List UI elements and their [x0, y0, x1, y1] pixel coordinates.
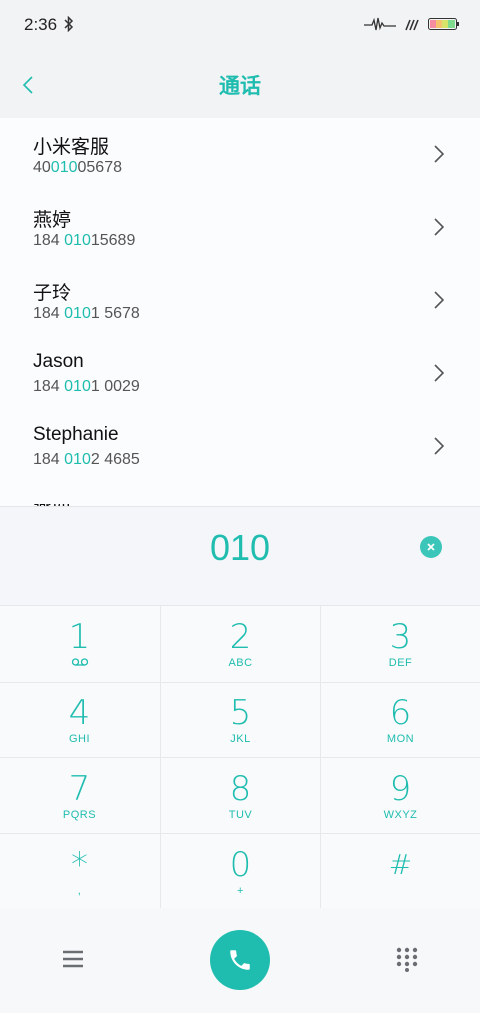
contact-row[interactable]: Jason 184 0101 0029: [0, 337, 480, 410]
dialpad-button[interactable]: [395, 946, 419, 972]
key-3[interactable]: 3 DEF: [321, 606, 480, 681]
contact-name: Stephanie: [33, 424, 119, 445]
contact-row[interactable]: 燕婷 184 01015689: [0, 191, 480, 264]
header: 通话: [0, 52, 480, 118]
contact-number: 184 0101 5678: [33, 305, 140, 322]
dial-input-area: 010: [0, 507, 480, 605]
call-button[interactable]: [210, 930, 270, 990]
contact-row[interactable]: 小米客服 4001005678: [0, 118, 480, 191]
signal-wave-icon: [364, 16, 396, 36]
contact-number: 4001005678: [33, 159, 122, 176]
chevron-right-icon: [434, 437, 444, 455]
page-title: 通话: [219, 74, 261, 98]
key-7[interactable]: 7 PQRS: [0, 758, 159, 833]
key-star[interactable]: * ,: [0, 834, 159, 909]
contact-name: 小米客服: [33, 137, 110, 158]
status-bar: 2:36: [0, 0, 480, 52]
bluetooth-icon: [64, 15, 74, 36]
voicemail-icon: [71, 656, 89, 670]
contact-name: 燕婷: [33, 210, 72, 231]
wifi-icon: [404, 16, 420, 36]
clear-button[interactable]: [420, 536, 442, 558]
key-9[interactable]: 9 WXYZ: [321, 758, 480, 833]
phone-icon: [230, 950, 250, 970]
key-8[interactable]: 8 TUV: [161, 758, 320, 833]
key-4[interactable]: 4 GHI: [0, 682, 159, 757]
contact-name: 子玲: [33, 283, 72, 304]
contact-name: Jason: [33, 351, 84, 372]
chevron-right-icon: [434, 291, 444, 309]
key-5[interactable]: 5 JKL: [161, 682, 320, 757]
chevron-right-icon: [434, 145, 444, 163]
dialed-number: 010: [209, 527, 271, 568]
clear-icon: [427, 543, 435, 551]
contact-row[interactable]: Stephanie 184 0102 4685: [0, 410, 480, 483]
menu-icon: [63, 950, 83, 968]
contact-list[interactable]: 小米客服 4001005678 燕婷 184 01015689 子玲 184 0…: [0, 118, 480, 506]
key-6[interactable]: 6 MON: [321, 682, 480, 757]
battery-icon: [428, 16, 460, 36]
contact-number: 184 01015689: [33, 232, 136, 249]
key-0[interactable]: 0 +: [161, 834, 320, 909]
chevron-right-icon: [434, 364, 444, 382]
chevron-right-icon: [434, 218, 444, 236]
menu-button[interactable]: [60, 946, 86, 972]
bottom-bar: [0, 908, 480, 1013]
dial-keypad: 1 2 ABC 3 DEF 4 GHI 5 JKL 6 MON 7 PQRS 8…: [0, 605, 480, 909]
contact-number: 184 0102 4685: [33, 451, 140, 468]
contact-number: 184 0101 0029: [33, 378, 140, 395]
key-1[interactable]: 1: [0, 606, 159, 681]
key-hash[interactable]: #: [321, 834, 480, 909]
status-time: 2:36: [24, 15, 58, 34]
status-icons: [364, 16, 460, 36]
key-2[interactable]: 2 ABC: [161, 606, 320, 681]
contact-row[interactable]: 子玲 184 0101 5678: [0, 264, 480, 337]
dialpad-icon: [396, 947, 418, 972]
